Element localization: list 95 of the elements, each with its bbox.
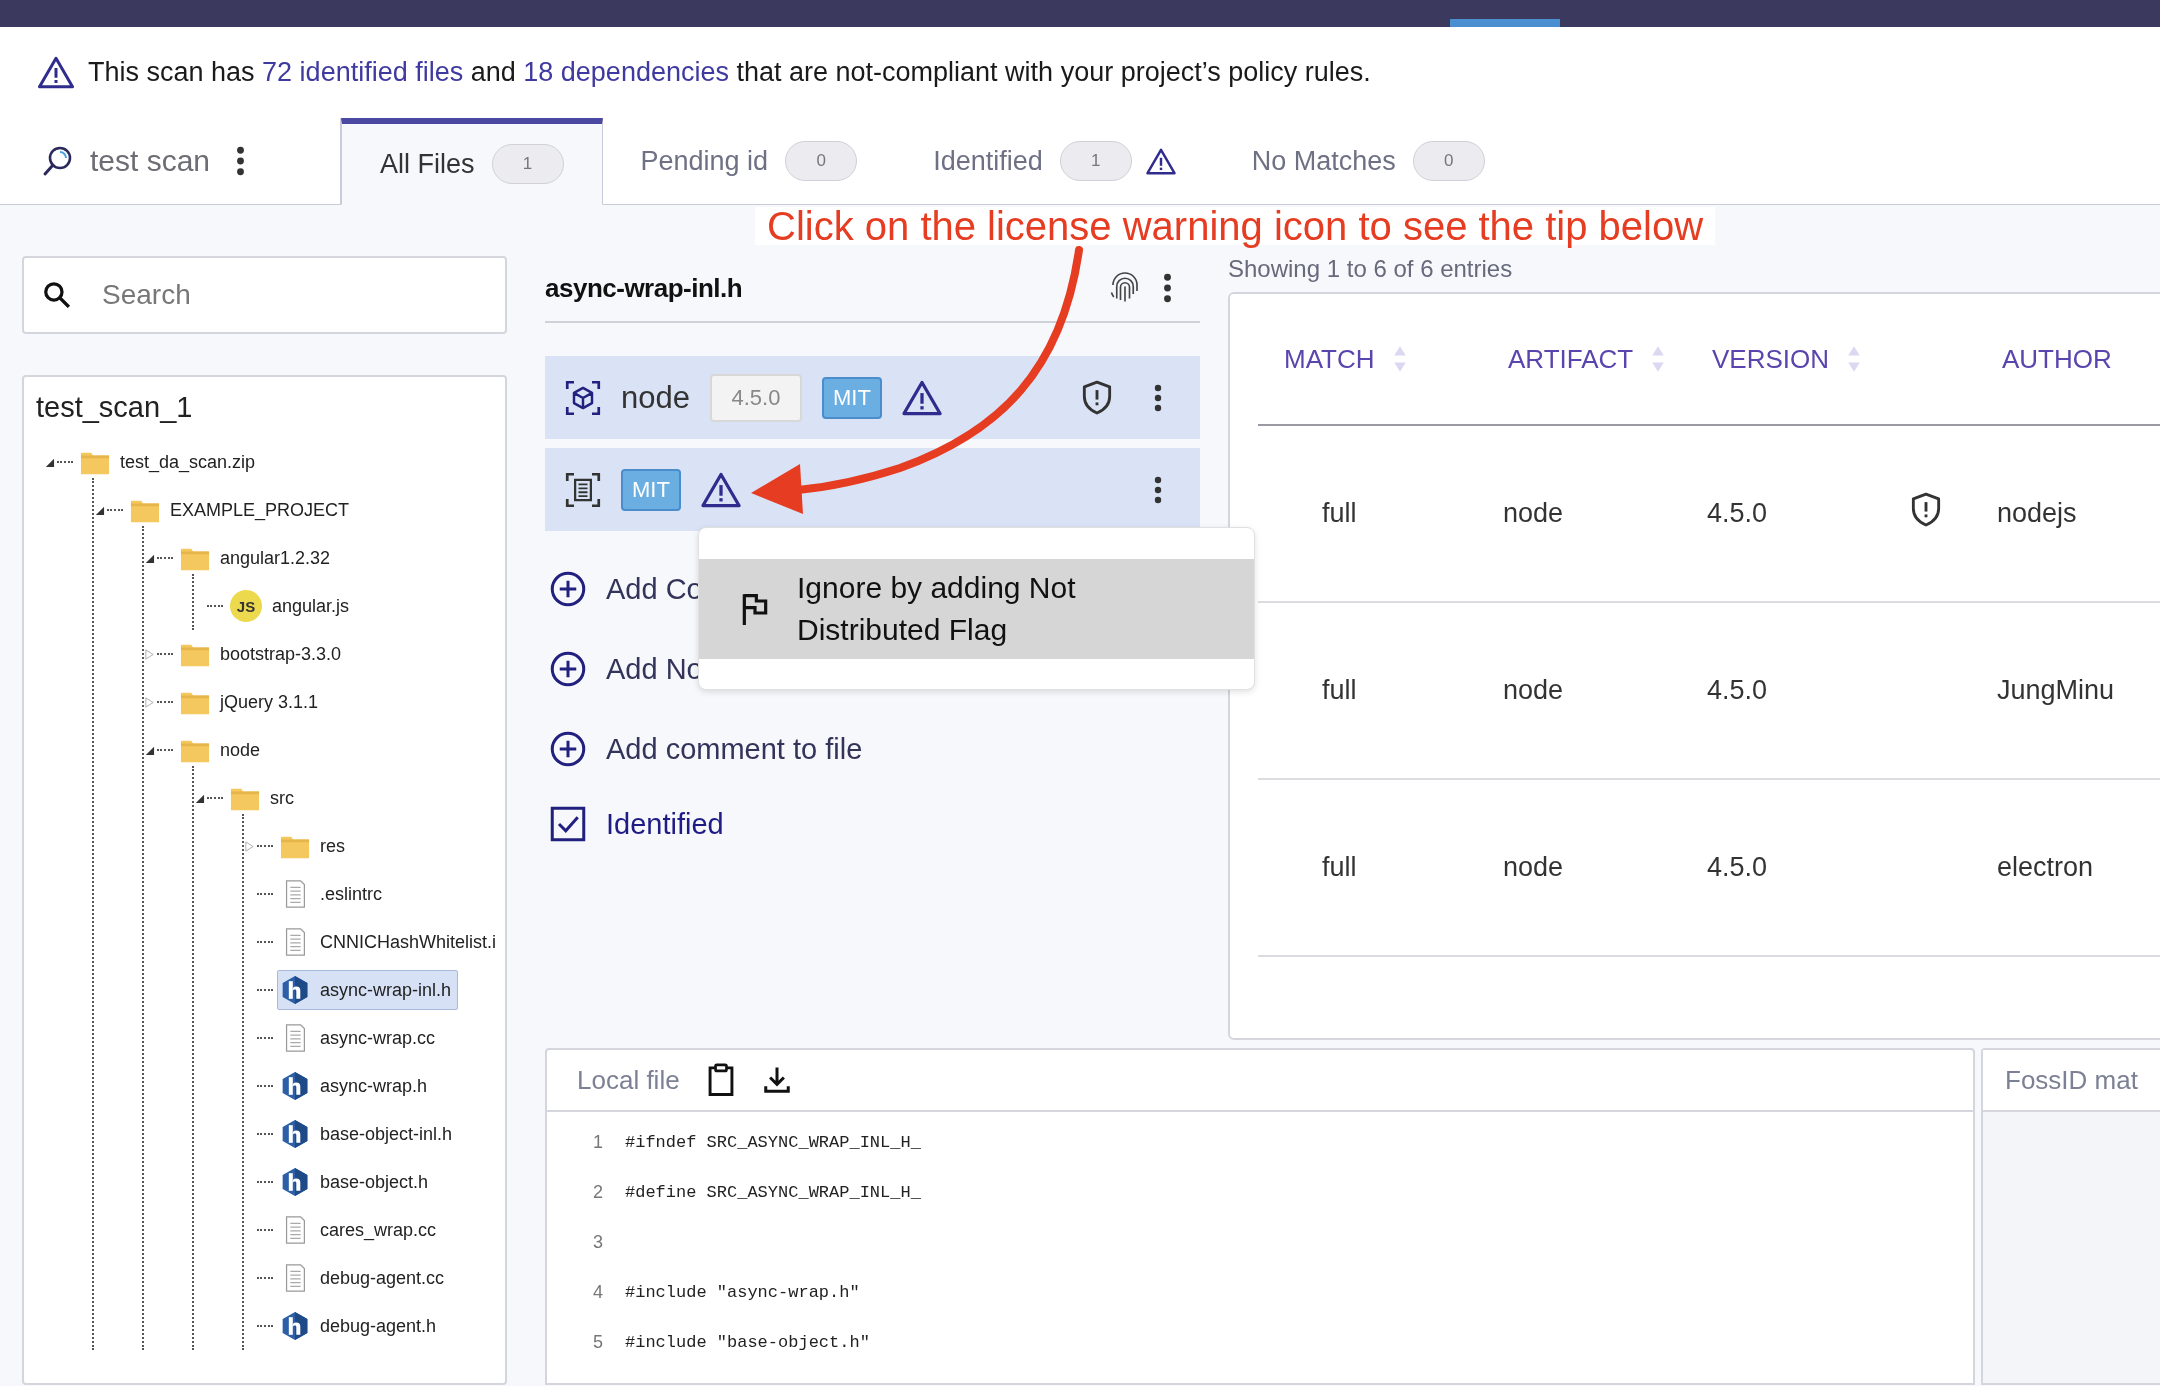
- more-icon[interactable]: [1163, 273, 1172, 303]
- tree-item[interactable]: async-wrap-inl.h: [277, 970, 459, 1010]
- file-title: async-wrap-inl.h: [545, 272, 744, 304]
- count-badge: 0: [1412, 141, 1485, 181]
- tree-item[interactable]: .eslintrc: [277, 874, 389, 914]
- tree-item[interactable]: cares_wrap.cc: [277, 1210, 444, 1250]
- warning-icon: [38, 56, 74, 89]
- license-badge: MIT: [621, 468, 681, 511]
- component-icon: [565, 379, 601, 416]
- checkbox[interactable]: [550, 806, 586, 842]
- more-icon[interactable]: [1154, 475, 1162, 504]
- expand-toggle[interactable]: [144, 744, 155, 756]
- table-cell-text: 4.5.0: [1706, 498, 1768, 529]
- tree-item[interactable]: test_da_scan.zip: [77, 442, 263, 482]
- tree-item[interactable]: src: [227, 778, 301, 818]
- warning-icon[interactable]: [700, 471, 741, 508]
- add-link[interactable]: Add comment to file: [606, 732, 863, 766]
- table-cell-text: JungMinu: [1996, 675, 2115, 706]
- expand-toggle[interactable]: [244, 840, 255, 852]
- count-badge: 1: [491, 144, 564, 184]
- expand-toggle[interactable]: [144, 696, 155, 708]
- table-cell-text: nodejs: [1996, 498, 2077, 529]
- count-badge: 1: [1059, 141, 1132, 181]
- tree-item[interactable]: bootstrap-3.3.0: [177, 634, 349, 674]
- tree-item[interactable]: debug-agent.cc: [277, 1258, 452, 1298]
- count-badge: 0: [785, 141, 858, 181]
- tab[interactable]: All Files 1: [341, 118, 603, 205]
- code-line: #define SRC_ASYNC_WRAP_INL_H_: [625, 1182, 921, 1202]
- line-number: 3: [592, 1231, 603, 1253]
- table-cell-text: full: [1321, 852, 1357, 883]
- expand-toggle[interactable]: [94, 504, 105, 516]
- table-cell-text: node: [1502, 675, 1564, 706]
- policy-alert-text: This scan has 72 identified files and 18 dependencies that are not-compliant with your project’s policy rules.: [88, 56, 1371, 88]
- alert-link[interactable]: 72 identified files: [262, 57, 464, 87]
- line-number: 5: [592, 1331, 603, 1353]
- tree-item[interactable]: async-wrap.cc: [277, 1018, 443, 1058]
- more-icon[interactable]: [1154, 383, 1162, 412]
- alert-link[interactable]: 18 dependencies: [523, 57, 729, 87]
- tree-item[interactable]: EXAMPLE_PROJECT: [127, 490, 357, 530]
- tree-item[interactable]: base-object.h: [277, 1162, 436, 1202]
- column-header[interactable]: ARTIFACT: [1508, 343, 1634, 375]
- header-file-icon: [280, 975, 310, 1005]
- expand-toggle[interactable]: [44, 456, 55, 468]
- version-badge: 4.5.0: [709, 373, 802, 422]
- checkbox-label: Identified: [606, 807, 724, 841]
- table-cell-text: node: [1502, 852, 1564, 883]
- table-cell-text: 4.5.0: [1706, 852, 1768, 883]
- header-file-icon: [280, 1119, 310, 1149]
- line-number: 4: [592, 1281, 603, 1303]
- tree-item[interactable]: angular1.2.32: [177, 538, 338, 578]
- tree-item[interactable]: jQuery 3.1.1: [177, 682, 326, 722]
- tree-item[interactable]: base-object-inl.h: [277, 1114, 460, 1154]
- search-field[interactable]: Search: [22, 256, 507, 334]
- code-line: #include "base-object.h": [625, 1332, 870, 1352]
- expand-toggle[interactable]: [194, 792, 205, 804]
- entries-summary: Showing 1 to 6 of 6 entries: [1228, 255, 1514, 284]
- component-name: node: [621, 379, 690, 416]
- scan-name: test scan: [90, 144, 211, 178]
- add-icon: [550, 571, 586, 607]
- expand-toggle[interactable]: [144, 648, 155, 660]
- table-cell-text: electron: [1996, 852, 2094, 883]
- document-icon: [565, 471, 601, 508]
- menu-item[interactable]: Ignore by adding Not Distributed Flag: [699, 559, 1254, 659]
- panel-title: FossID mat: [2005, 1064, 2138, 1096]
- line-number: 2: [592, 1181, 603, 1203]
- line-number: 1: [592, 1131, 603, 1153]
- more-icon[interactable]: [236, 146, 246, 176]
- warning-icon[interactable]: [901, 379, 942, 416]
- js-icon: JS: [230, 590, 262, 622]
- add-icon: [550, 731, 586, 767]
- column-header[interactable]: MATCH: [1284, 343, 1375, 375]
- code-line: #ifndef SRC_ASYNC_WRAP_INL_H_: [625, 1132, 921, 1152]
- tree-item[interactable]: CNNICHashWhitelist.i: [277, 922, 504, 962]
- tree-title: test_scan_1: [35, 391, 194, 425]
- tree-item[interactable]: debug-agent.h: [277, 1306, 444, 1346]
- tree-item[interactable]: async-wrap.h: [277, 1066, 435, 1106]
- header-file-icon: [280, 1167, 310, 1197]
- table-cell-text: full: [1321, 675, 1357, 706]
- column-header[interactable]: AUTHOR: [2002, 343, 2112, 375]
- panel-title: Local file: [577, 1064, 680, 1096]
- tree-item[interactable]: node: [177, 730, 268, 770]
- warning-icon[interactable]: [1145, 147, 1176, 175]
- license-badge: MIT: [821, 376, 882, 419]
- expand-toggle[interactable]: [144, 552, 155, 564]
- add-icon: [550, 651, 586, 687]
- tree-item[interactable]: res: [277, 826, 352, 866]
- code-line: #include "async-wrap.h": [625, 1282, 860, 1302]
- header-file-icon: [280, 1311, 310, 1341]
- table-cell-text: full: [1321, 498, 1357, 529]
- header-file-icon: [280, 1071, 310, 1101]
- column-header[interactable]: VERSION: [1712, 343, 1830, 375]
- magnifier-icon: [42, 145, 74, 177]
- table-cell-text: 4.5.0: [1706, 675, 1768, 706]
- tree-item[interactable]: JS angular.js: [227, 586, 357, 626]
- table-cell-text: node: [1502, 498, 1564, 529]
